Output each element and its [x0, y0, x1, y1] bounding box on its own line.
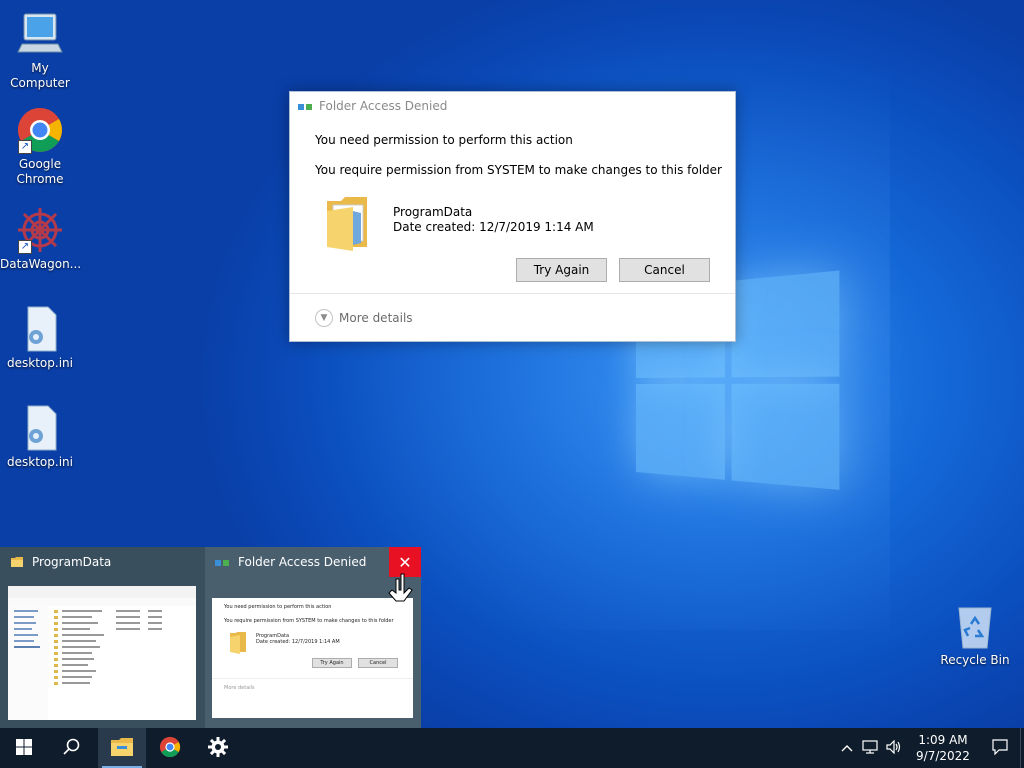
desktop-icon-datawagon[interactable]: ↗ DataWagon...	[0, 206, 82, 272]
folder-icon	[10, 555, 24, 569]
dialog-window-preview: You need permission to perform this acti…	[212, 598, 413, 718]
chevron-up-icon	[841, 741, 853, 755]
network-icon	[862, 739, 878, 757]
desktop-icon-recycle-bin[interactable]: Recycle Bin	[935, 602, 1015, 668]
desktop-icon-label: desktop.ini	[7, 356, 73, 370]
show-desktop-button[interactable]	[1020, 728, 1024, 768]
show-hidden-icons-button[interactable]	[836, 728, 858, 768]
file-move-icon	[215, 557, 229, 567]
system-tray: 1:09 AM 9/7/2022	[836, 728, 1024, 768]
desktop-icon-google-chrome[interactable]: ↗ Google Chrome	[0, 106, 80, 187]
taskbar-settings[interactable]	[194, 728, 242, 768]
chrome-icon: ↗	[16, 106, 64, 154]
desktop-icon-label: Recycle Bin	[940, 653, 1010, 667]
dialog-heading: You need permission to perform this acti…	[315, 133, 573, 147]
desktop-icon-label: Google Chrome	[16, 157, 64, 186]
file-move-icon	[298, 101, 312, 111]
taskbar-file-explorer[interactable]	[98, 728, 146, 768]
clock[interactable]: 1:09 AM 9/7/2022	[906, 732, 980, 764]
dialog-message: You require permission from SYSTEM to ma…	[315, 163, 722, 177]
folder-access-denied-dialog: Folder Access Denied You need permission…	[289, 91, 736, 342]
folder-icon	[323, 193, 373, 251]
search-icon	[63, 738, 81, 759]
file-date-created: Date created: 12/7/2019 1:14 AM	[393, 220, 594, 234]
gear-icon	[208, 736, 228, 760]
speaker-icon	[886, 739, 902, 757]
shortcut-arrow-icon: ↗	[18, 140, 32, 154]
network-button[interactable]	[858, 728, 882, 768]
thumbnail-title: ProgramData	[32, 554, 112, 569]
start-button[interactable]	[0, 728, 48, 768]
clock-date: 9/7/2022	[916, 749, 970, 763]
action-center-button[interactable]	[980, 728, 1020, 768]
desktop-icon-label: DataWagon...	[0, 257, 82, 271]
volume-button[interactable]	[882, 728, 906, 768]
taskbar-chrome[interactable]	[146, 728, 194, 768]
close-icon: ✕	[398, 552, 412, 572]
thumbnail-title: Folder Access Denied	[238, 554, 367, 569]
taskbar: 1:09 AM 9/7/2022	[0, 728, 1024, 768]
clock-time: 1:09 AM	[918, 733, 968, 747]
taskbar-thumbnail-popup: ProgramData Folder Access Denied ✕ You n…	[0, 547, 421, 728]
desktop-icon-label: desktop.ini	[7, 455, 73, 469]
settings-file-icon	[16, 305, 64, 353]
recycle-bin-icon	[951, 602, 999, 650]
search-button[interactable]	[48, 728, 96, 768]
windows-start-icon	[16, 738, 32, 758]
folder-icon	[228, 630, 248, 654]
desktop-icon-label: My Computer	[10, 61, 70, 90]
desktop-icon-desktop-ini-2[interactable]: desktop.ini	[0, 404, 80, 470]
notification-icon	[992, 738, 1008, 758]
settings-file-icon	[16, 404, 64, 452]
computer-icon	[16, 10, 64, 58]
thumbnail-programdata[interactable]: ProgramData	[0, 547, 205, 728]
desktop-icon-desktop-ini-1[interactable]: desktop.ini	[0, 305, 80, 371]
cancel-button[interactable]: Cancel	[619, 258, 710, 282]
try-again-button[interactable]: Try Again	[516, 258, 607, 282]
chrome-icon	[159, 736, 181, 761]
file-explorer-icon	[110, 737, 134, 760]
explorer-window-preview	[8, 586, 196, 720]
shortcut-arrow-icon: ↗	[18, 240, 32, 254]
file-name: ProgramData	[393, 205, 473, 219]
datawagon-icon: ↗	[16, 206, 64, 254]
hand-cursor-icon	[386, 573, 416, 605]
more-details-toggle[interactable]: ▼ More details	[290, 293, 735, 341]
dialog-title-bar[interactable]: Folder Access Denied	[290, 92, 735, 120]
dialog-title: Folder Access Denied	[319, 99, 448, 113]
more-details-label: More details	[339, 310, 413, 325]
chevron-down-icon: ▼	[315, 308, 333, 327]
desktop-icon-my-computer[interactable]: My Computer	[0, 10, 80, 91]
